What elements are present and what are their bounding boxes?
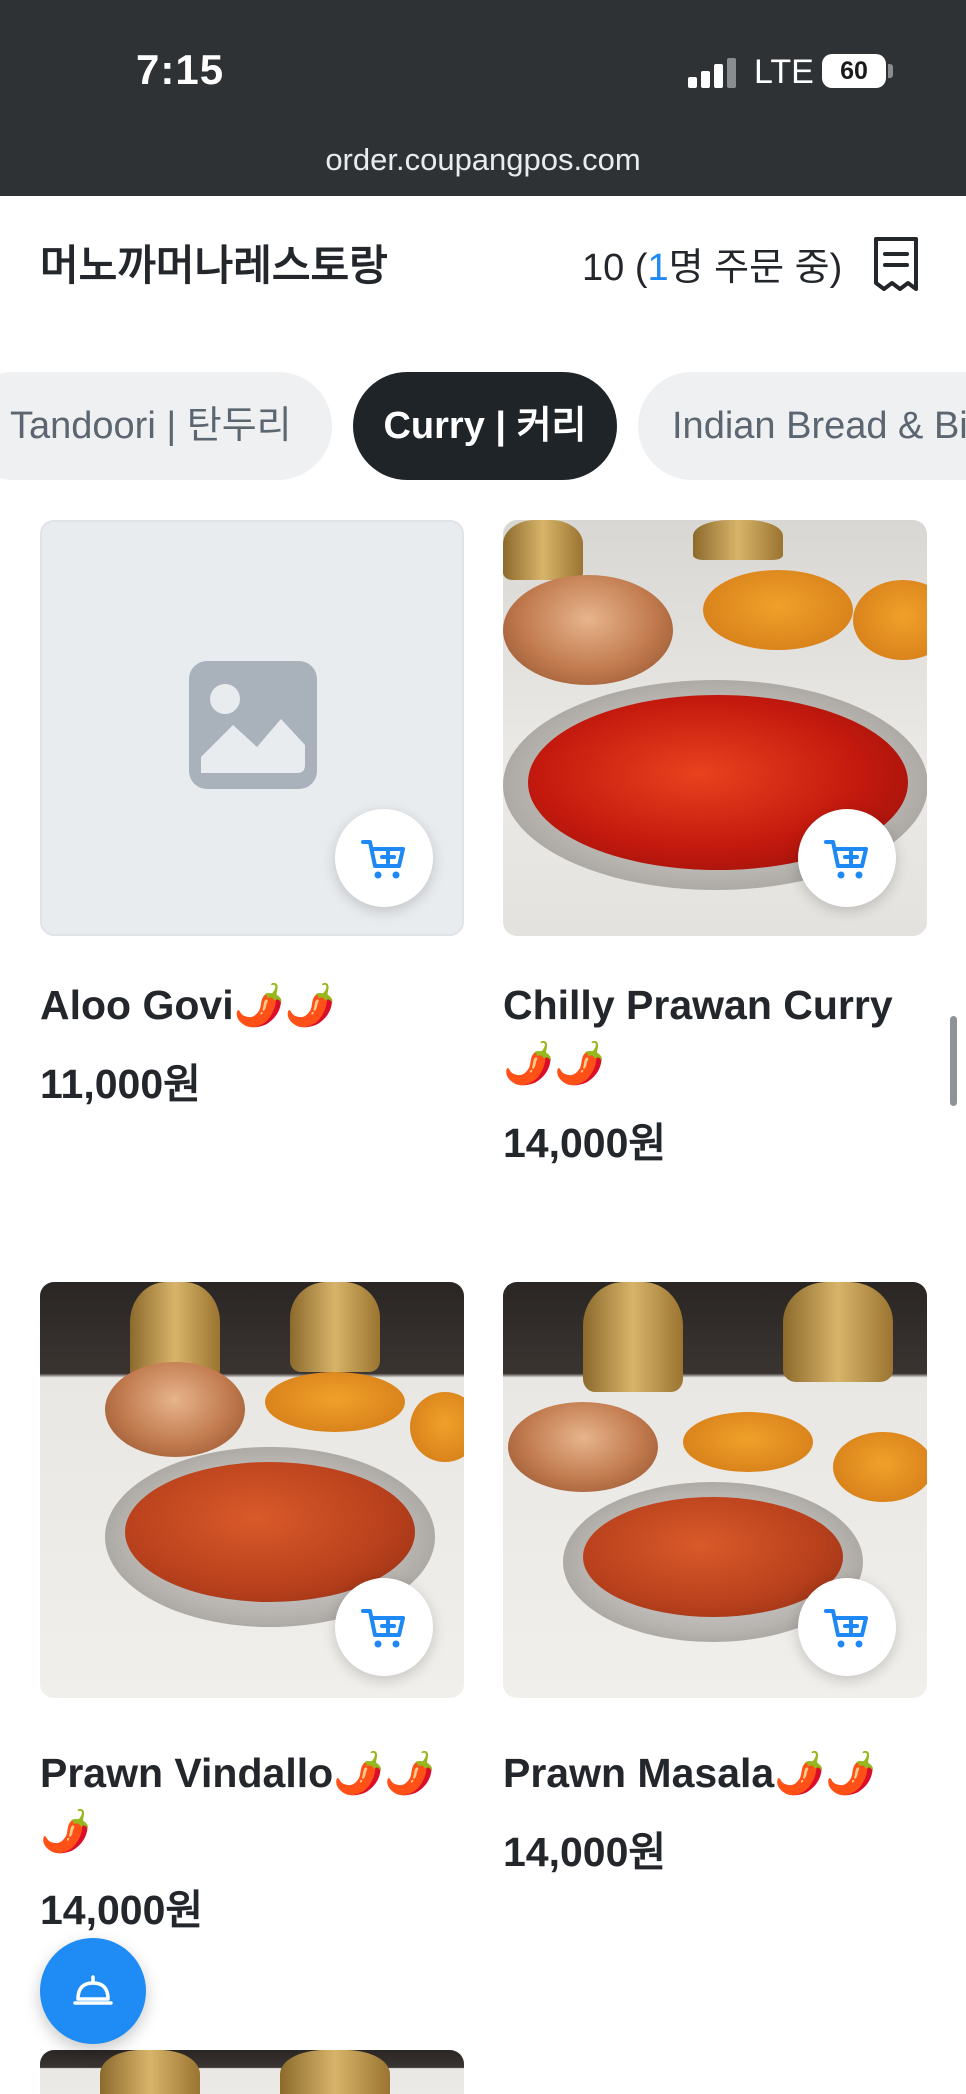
cart-icon (361, 840, 405, 879)
add-to-cart-button[interactable] (798, 809, 896, 907)
store-name: 머노까머나레스토랑 (40, 242, 388, 289)
active-order-count: 1 (647, 247, 669, 289)
signal-icon (688, 58, 736, 88)
tab-indian-bread[interactable]: Indian Bread & Biryani (638, 372, 966, 480)
call-staff-button[interactable] (40, 1938, 146, 2044)
order-prefix: 10 ( (582, 247, 648, 289)
product-name[interactable]: Prawn Vindallo🌶️🌶️🌶️ (40, 1744, 440, 1860)
receipt-icon[interactable] (872, 236, 920, 292)
battery-tip (888, 64, 893, 78)
network-type: LTE (754, 53, 814, 91)
order-suffix: 명 주문 중) (668, 247, 843, 289)
tab-curry[interactable]: Curry | 커리 (353, 372, 617, 480)
url-bar[interactable]: order.coupangpos.com (0, 142, 966, 178)
product-name[interactable]: Prawn Masala🌶️🌶️ (503, 1744, 923, 1802)
product-price: 11,000원 (40, 1061, 201, 1107)
category-tabs: Tandoori | 탄두리 Curry | 커리 Indian Bread &… (0, 372, 966, 480)
product-name[interactable]: Aloo Govi🌶️🌶️ (40, 976, 460, 1034)
cart-icon (361, 1609, 405, 1648)
add-to-cart-button[interactable] (335, 809, 433, 907)
product-price: 14,000원 (40, 1887, 204, 1933)
product-price: 14,000원 (503, 1829, 667, 1875)
status-bar: 7:15 LTE 60 order.coupangpos.com (0, 0, 966, 196)
battery-icon: 60 (822, 54, 886, 88)
service-bell-icon (73, 1975, 113, 2005)
image-placeholder-icon (189, 661, 317, 789)
scrollbar[interactable] (950, 1016, 957, 1106)
cart-icon (824, 1609, 868, 1648)
add-to-cart-button[interactable] (335, 1578, 433, 1676)
add-to-cart-button[interactable] (798, 1578, 896, 1676)
tab-tandoori[interactable]: Tandoori | 탄두리 (0, 372, 332, 480)
status-time: 7:15 (136, 46, 225, 93)
product-price: 14,000원 (503, 1120, 667, 1166)
product-name[interactable]: Chilly Prawan Curry🌶️🌶️ (503, 976, 923, 1092)
cart-icon (824, 840, 868, 879)
header: 머노까머나레스토랑 10 (1명 주문 중) (0, 196, 966, 326)
order-status[interactable]: 10 (1명 주문 중) (582, 236, 842, 291)
product-image[interactable] (40, 2050, 464, 2094)
